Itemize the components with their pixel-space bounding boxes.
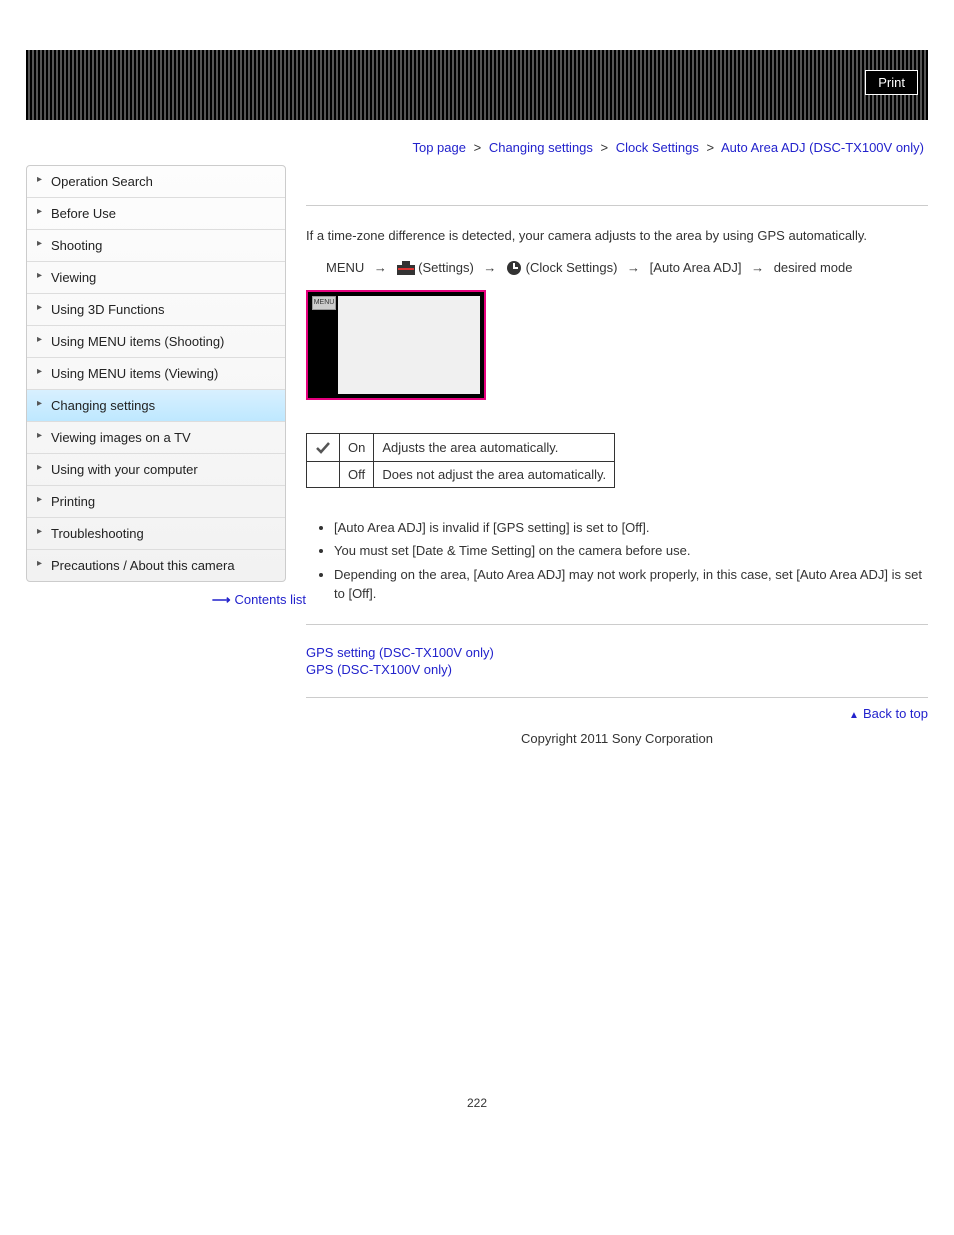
breadcrumb-current[interactable]: Auto Area ADJ (DSC-TX100V only) (721, 140, 924, 155)
breadcrumb-sep: > (474, 140, 482, 155)
sidebar-item-menu-viewing[interactable]: Using MENU items (Viewing) (27, 358, 285, 390)
arrow-right-icon: → (751, 260, 764, 275)
sidebar-item-viewing[interactable]: Viewing (27, 262, 285, 294)
breadcrumb-top[interactable]: Top page (412, 140, 466, 155)
sidebar-item-3d-functions[interactable]: Using 3D Functions (27, 294, 285, 326)
header-banner: Print (26, 50, 928, 120)
breadcrumb-changing-settings[interactable]: Changing settings (489, 140, 593, 155)
back-to-top-link[interactable]: Back to top (863, 706, 928, 721)
page-number: 222 (0, 1096, 954, 1110)
breadcrumb: Top page > Changing settings > Clock Set… (0, 130, 954, 165)
related-link-gps-setting[interactable]: GPS setting (DSC-TX100V only) (306, 645, 928, 660)
sidebar-item-operation-search[interactable]: Operation Search (27, 166, 285, 198)
sidebar: Operation Search Before Use Shooting Vie… (26, 165, 286, 582)
notes-section: [Auto Area ADJ] is invalid if [GPS setti… (306, 518, 928, 604)
breadcrumb-clock-settings[interactable]: Clock Settings (616, 140, 699, 155)
sidebar-item-changing-settings[interactable]: Changing settings (27, 390, 285, 422)
sidebar-item-precautions[interactable]: Precautions / About this camera (27, 550, 285, 581)
sidebar-item-printing[interactable]: Printing (27, 486, 285, 518)
related-topics: GPS setting (DSC-TX100V only) GPS (DSC-T… (306, 645, 928, 677)
path-settings: (Settings) (418, 260, 474, 275)
main-content: If a time-zone difference is detected, y… (306, 165, 928, 776)
arrow-right-icon: → (374, 260, 387, 275)
checkmark-icon (315, 440, 331, 456)
note-item: [Auto Area ADJ] is invalid if [GPS setti… (334, 518, 928, 538)
back-to-top-wrapper: ▲ Back to top (306, 697, 928, 721)
thumbnail-inner (338, 296, 480, 394)
print-button[interactable]: Print (865, 70, 918, 95)
arrow-right-icon: → (627, 260, 640, 275)
breadcrumb-sep: > (706, 140, 714, 155)
sidebar-wrapper: Operation Search Before Use Shooting Vie… (26, 165, 306, 776)
breadcrumb-sep: > (601, 140, 609, 155)
note-item: You must set [Date & Time Setting] on th… (334, 541, 928, 561)
camera-screen-thumbnail: MENU (306, 290, 486, 400)
toolbox-icon (397, 261, 415, 275)
sidebar-item-before-use[interactable]: Before Use (27, 198, 285, 230)
related-link-gps[interactable]: GPS (DSC-TX100V only) (306, 662, 928, 677)
path-menu: MENU (326, 260, 364, 275)
contents-list-wrapper: ⟶Contents list (26, 582, 306, 618)
option-on-label: On (340, 434, 374, 462)
note-item: Depending on the area, [Auto Area ADJ] m… (334, 565, 928, 604)
option-off-desc: Does not adjust the area automatically. (374, 461, 615, 487)
option-off-label: Off (340, 461, 374, 487)
option-on-desc: Adjusts the area automatically. (374, 434, 615, 462)
sidebar-item-menu-shooting[interactable]: Using MENU items (Shooting) (27, 326, 285, 358)
path-desired: desired mode (774, 260, 853, 275)
sidebar-item-troubleshooting[interactable]: Troubleshooting (27, 518, 285, 550)
empty-cell (307, 461, 340, 487)
intro-text: If a time-zone difference is detected, y… (306, 226, 928, 246)
arrow-right-icon: → (483, 260, 496, 275)
path-clock: (Clock Settings) (526, 260, 618, 275)
clock-icon (506, 260, 522, 276)
checkmark-cell (307, 434, 340, 462)
menu-path: MENU → (Settings) → (Clock Settings) → [… (306, 260, 928, 277)
copyright-text: Copyright 2011 Sony Corporation (306, 721, 928, 776)
arrow-right-icon: ⟶ (212, 592, 231, 607)
contents-list-link[interactable]: Contents list (234, 592, 306, 607)
path-auto-area: [Auto Area ADJ] (650, 260, 742, 275)
sidebar-item-viewing-tv[interactable]: Viewing images on a TV (27, 422, 285, 454)
table-row: On Adjusts the area automatically. (307, 434, 615, 462)
table-row: Off Does not adjust the area automatical… (307, 461, 615, 487)
sidebar-item-computer[interactable]: Using with your computer (27, 454, 285, 486)
divider (306, 205, 928, 206)
sidebar-item-shooting[interactable]: Shooting (27, 230, 285, 262)
divider (306, 624, 928, 625)
triangle-up-icon: ▲ (849, 710, 859, 721)
options-table: On Adjusts the area automatically. Off D… (306, 433, 615, 488)
menu-chip-icon: MENU (312, 296, 336, 310)
